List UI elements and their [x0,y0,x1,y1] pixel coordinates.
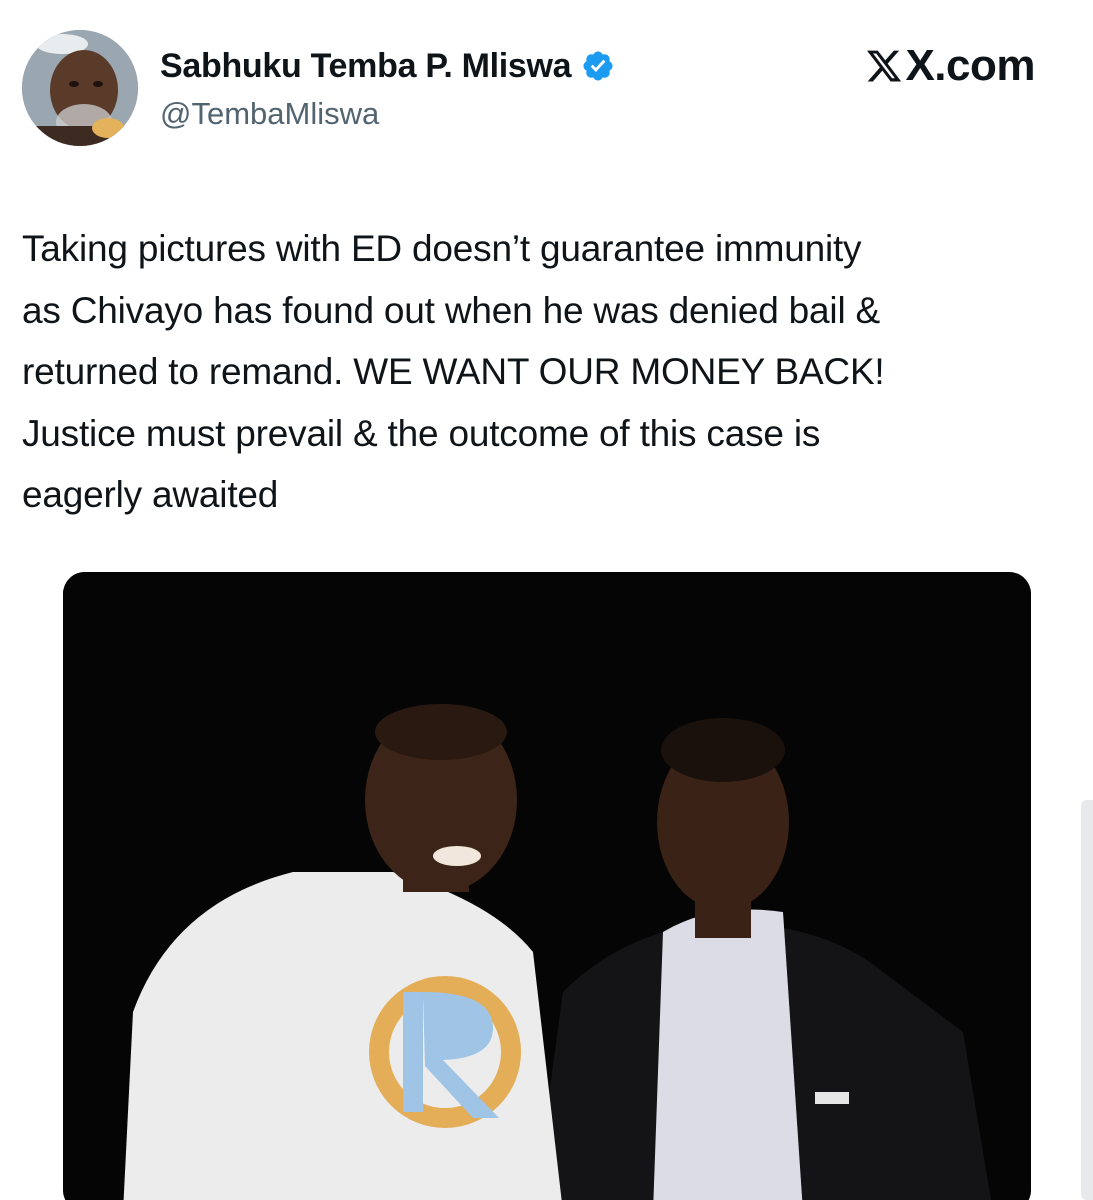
author-display-name[interactable]: Sabhuku Temba P. Mliswa [160,47,572,86]
tweet-photo[interactable] [63,572,1031,1200]
brand-watermark: X.com [865,40,1035,92]
verified-badge-icon [581,49,615,83]
tweet-line: Taking pictures with ED doesn’t guarante… [22,228,862,269]
author-handle[interactable]: @TembaMliswa [160,96,379,132]
author-name-row: Sabhuku Temba P. Mliswa [160,44,615,88]
author-avatar[interactable] [22,30,138,146]
avatar-photo [22,30,138,146]
photo-two-men [63,572,1031,1200]
tweet-line: Justice must prevail & the outcome of th… [22,412,821,454]
scrollbar[interactable] [1081,800,1093,1200]
tweet-line: as Chivayo has found out when he was den… [22,289,881,331]
tweet-line: eagerly awaited [22,474,279,515]
brand-label: X.com [905,41,1035,90]
x-logo-icon [867,50,902,82]
tweet-line: returned to remand. WE WANT OUR MONEY BA… [22,351,885,392]
tweet-text: Taking pictures with ED doesn’t guarante… [22,218,1082,526]
